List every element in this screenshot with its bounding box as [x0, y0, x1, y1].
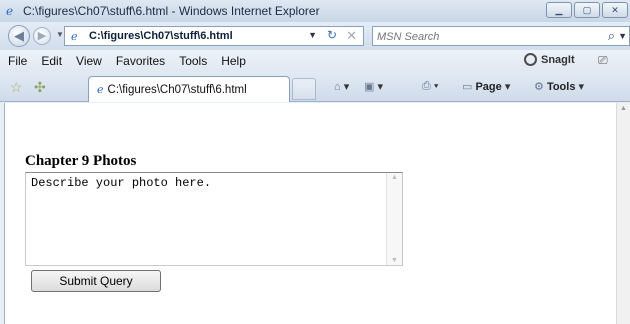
submit-query-button[interactable]: Submit Query	[31, 270, 161, 292]
search-input[interactable]	[377, 29, 577, 44]
search-box[interactable]: ⌕ ▼	[372, 26, 630, 46]
photo-description-textarea[interactable]: Describe your photo here. ▲ ▼	[25, 172, 403, 266]
back-button[interactable]: ◀	[8, 25, 30, 47]
maximize-button[interactable]: ▢	[574, 2, 600, 18]
window-title: C:\figures\Ch07\stuff\6.html - Windows I…	[23, 4, 320, 18]
forward-button[interactable]: ▶	[33, 27, 51, 45]
page-heading: Chapter 9 Photos	[25, 153, 137, 169]
scroll-up-icon[interactable]: ▲	[391, 174, 398, 181]
page-icon: ℯ	[71, 30, 78, 43]
address-dropdown-icon[interactable]: ▼	[308, 30, 317, 40]
page-menu-icon: ▭	[462, 81, 473, 93]
print-button[interactable]: ⎙ ▾	[422, 80, 439, 93]
minimize-button[interactable]: ▁	[546, 2, 572, 18]
back-icon: ◀	[14, 28, 24, 43]
snagit-label: SnagIt	[541, 53, 575, 66]
menu-tools[interactable]: Tools	[179, 54, 207, 68]
tab-current[interactable]: ℯ C:\figures\Ch07\stuff\6.html	[88, 76, 290, 102]
address-row: ◀ ▶ ▼ ℯ C:\figures\Ch07\stuff\6.html ▼ ↻…	[0, 22, 630, 50]
title-bar: ℯ C:\figures\Ch07\stuff\6.html - Windows…	[0, 0, 630, 22]
recent-pages-dropdown[interactable]: ▼	[56, 30, 64, 39]
tab-page-icon: ℯ	[97, 84, 104, 96]
tools-icon: ⚙	[534, 81, 544, 93]
page-content: Chapter 9 Photos Describe your photo her…	[4, 103, 616, 324]
page-menu-button[interactable]: ▭ Page ▾	[462, 80, 510, 93]
tools-menu-button[interactable]: ⚙ Tools ▾	[534, 80, 584, 93]
tab-row: ☆ ✣ ℯ C:\figures\Ch07\stuff\6.html ⌂ ▾ ▣…	[0, 72, 630, 102]
menu-favorites[interactable]: Favorites	[116, 54, 165, 68]
favorites-star-icon[interactable]: ☆	[10, 79, 23, 96]
browser-window: ℯ C:\figures\Ch07\stuff\6.html - Windows…	[0, 0, 630, 324]
feeds-button[interactable]: ▣ ▾	[364, 80, 383, 93]
window-controls: ▁ ▢ ✕	[546, 2, 628, 18]
search-dropdown-icon[interactable]: ▼	[618, 31, 627, 41]
textarea-scrollbar[interactable]: ▲ ▼	[386, 173, 402, 265]
stop-icon[interactable]: ✕	[346, 28, 357, 44]
tools-menu-label: Tools	[546, 81, 576, 93]
search-icon[interactable]: ⌕	[608, 28, 615, 44]
forward-icon: ▶	[37, 30, 47, 42]
page-scroll-up-icon[interactable]: ▲	[620, 105, 627, 112]
tab-label: C:\figures\Ch07\stuff\6.html	[107, 83, 247, 96]
home-button[interactable]: ⌂ ▾	[334, 80, 349, 93]
address-bar[interactable]: ℯ C:\figures\Ch07\stuff\6.html ▼ ↻ ✕	[64, 26, 364, 46]
menu-edit[interactable]: Edit	[41, 54, 62, 68]
refresh-icon[interactable]: ↻	[327, 28, 337, 42]
menu-file[interactable]: File	[8, 54, 27, 68]
home-icon: ⌂	[334, 81, 341, 93]
feeds-icon: ▣	[364, 81, 375, 93]
page-menu-label: Page	[475, 81, 502, 93]
snagit-icon	[524, 53, 537, 66]
page-scrollbar[interactable]: ▲	[616, 103, 630, 324]
new-tab-button[interactable]	[292, 78, 316, 100]
scroll-down-icon[interactable]: ▼	[391, 257, 398, 264]
address-url[interactable]: C:\figures\Ch07\stuff\6.html	[89, 30, 233, 42]
menu-help[interactable]: Help	[221, 54, 246, 68]
snagit-button[interactable]: SnagIt	[524, 53, 575, 66]
menu-view[interactable]: View	[76, 54, 102, 68]
print-icon: ⎙	[422, 80, 431, 92]
close-button[interactable]: ✕	[602, 2, 628, 18]
snagit-capture-icon[interactable]: ⎚	[598, 53, 608, 68]
add-favorites-icon[interactable]: ✣	[34, 79, 46, 96]
textarea-value[interactable]: Describe your photo here.	[31, 176, 211, 190]
ie-icon: ℯ	[6, 3, 14, 18]
